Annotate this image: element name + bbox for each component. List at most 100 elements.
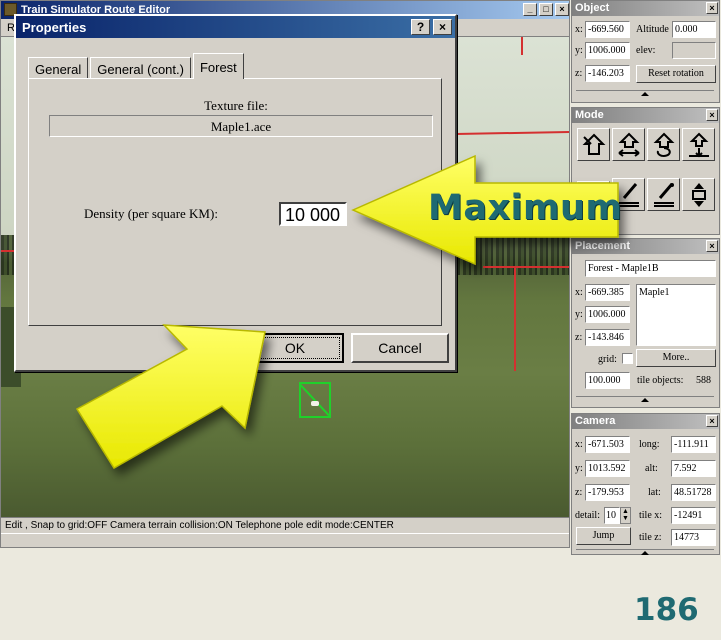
camera-panel-title-text: Camera	[575, 415, 616, 427]
z-label: z:	[575, 332, 583, 343]
maximum-callout: Maximum	[428, 188, 623, 228]
help-button[interactable]: ?	[411, 19, 430, 35]
track-marker-line	[455, 131, 569, 135]
y-label: y:	[575, 463, 583, 474]
y-label: y:	[575, 45, 583, 56]
eyedropper-icon	[654, 183, 674, 207]
raise-object-button[interactable]	[682, 128, 715, 161]
ok-button[interactable]: OK	[246, 333, 344, 363]
grid-checkbox[interactable]	[622, 353, 633, 364]
tile-objects-value: 588	[696, 375, 711, 386]
placement-object-name: Forest - Maple1B	[585, 260, 716, 277]
camera-y-field[interactable]: 1013.592	[585, 460, 630, 477]
camera-long-field[interactable]: -111.911	[671, 436, 716, 453]
camera-z-field[interactable]: -179.953	[585, 484, 630, 501]
camera-alt-field[interactable]: 7.592	[671, 460, 716, 477]
placement-z-field[interactable]: -143.846	[585, 329, 630, 346]
close-button[interactable]: ×	[555, 3, 569, 16]
raise-object-icon	[689, 132, 709, 158]
forest-type-list[interactable]: Maple1	[636, 284, 716, 346]
more-button[interactable]: More..	[636, 349, 716, 367]
dialog-controls: ? ×	[411, 19, 452, 35]
tile-z-label: tile z:	[639, 532, 662, 543]
minimize-button[interactable]: _	[523, 3, 537, 16]
camera-lat-field[interactable]: 48.51728	[671, 484, 716, 501]
elevate-tool-button[interactable]	[682, 178, 715, 211]
object-panel: Object × x: -669.560 Altitude 0.000 y: 1…	[571, 0, 720, 103]
move-object-button[interactable]	[612, 128, 645, 161]
track-marker-line	[483, 266, 569, 268]
density-input[interactable]: 10 000	[279, 202, 347, 226]
z-label: z:	[575, 68, 583, 79]
dialog-title-bar: Properties ? ×	[16, 16, 455, 38]
long-label: long:	[639, 439, 660, 450]
forest-tab-panel: Texture file: Maple1.ace Density (per sq…	[28, 78, 442, 326]
grid-size-field[interactable]: 100.000	[585, 372, 630, 389]
move-object-icon	[618, 132, 640, 157]
rotate-object-icon	[653, 132, 675, 157]
track-marker-line	[521, 37, 523, 55]
x-label: x:	[575, 24, 583, 35]
tile-x-label: tile x:	[639, 510, 663, 521]
window-controls: _ □ ×	[523, 3, 569, 16]
tile-z-field[interactable]: 14773	[671, 529, 716, 546]
tab-general-cont[interactable]: General (cont.)	[90, 57, 191, 79]
mode-panel-title: Mode ×	[572, 108, 719, 123]
object-panel-title-text: Object	[575, 2, 610, 14]
placement-panel-title: Placement ×	[572, 239, 719, 254]
placement-panel: Placement × Forest - Maple1B x: -669.385…	[571, 238, 720, 408]
cancel-button[interactable]: Cancel	[351, 333, 449, 363]
maximize-button[interactable]: □	[539, 3, 553, 16]
x-label: x:	[575, 439, 583, 450]
object-panel-collapse[interactable]	[576, 90, 714, 98]
elev-field	[672, 42, 716, 59]
elev-label: elev:	[636, 45, 656, 56]
dialog-close-button[interactable]: ×	[433, 19, 452, 35]
detail-spinner[interactable]: ▲ ▼	[620, 507, 631, 524]
density-label: Density (per square KM):	[84, 206, 218, 221]
tab-strip: General General (cont.) Forest	[28, 53, 246, 79]
placement-y-field[interactable]: 1006.000	[585, 306, 630, 323]
object-y-field[interactable]: 1006.000	[585, 42, 630, 59]
tab-general[interactable]: General	[28, 57, 89, 79]
detail-field[interactable]: 10	[604, 507, 620, 524]
texture-file-label: Texture file:	[204, 98, 268, 113]
placement-panel-close[interactable]: ×	[706, 240, 718, 252]
z-label: z:	[575, 487, 583, 498]
tab-forest[interactable]: Forest	[192, 53, 244, 79]
place-object-icon	[582, 133, 606, 155]
eyedropper-tool-button[interactable]	[647, 178, 680, 211]
place-object-button[interactable]	[577, 128, 610, 161]
list-item[interactable]: Maple1	[639, 287, 670, 298]
object-panel-close[interactable]: ×	[706, 2, 718, 14]
camera-panel-title: Camera ×	[572, 414, 719, 429]
altitude-label: Altitude	[636, 24, 669, 35]
rotate-object-button[interactable]	[647, 128, 680, 161]
lat-label: lat:	[648, 487, 661, 498]
placement-x-field[interactable]: -669.385	[585, 284, 630, 301]
camera-x-field[interactable]: -671.503	[585, 436, 630, 453]
y-label: y:	[575, 309, 583, 320]
jump-button[interactable]: Jump	[576, 527, 631, 545]
forest-object-marker[interactable]	[299, 382, 331, 418]
track-marker-line	[514, 266, 516, 371]
camera-panel: Camera × x: -671.503 long: -111.911 y: 1…	[571, 413, 720, 555]
tile-x-field[interactable]: -12491	[671, 507, 716, 524]
object-panel-title: Object ×	[572, 1, 719, 16]
properties-dialog: Properties ? × General General (cont.) F…	[14, 14, 457, 372]
texture-file-field: Maple1.ace	[49, 115, 433, 137]
horizontal-scrollbar[interactable]	[1, 533, 569, 547]
camera-panel-close[interactable]: ×	[706, 415, 718, 427]
detail-label: detail:	[575, 510, 600, 521]
elevate-icon	[692, 183, 706, 207]
mode-panel-close[interactable]: ×	[706, 109, 718, 121]
altitude-field[interactable]: 0.000	[672, 21, 716, 38]
object-x-field[interactable]: -669.560	[585, 21, 630, 38]
mode-panel-title-text: Mode	[575, 109, 604, 121]
status-bar: Edit , Snap to grid:OFF Camera terrain c…	[1, 517, 569, 533]
placement-panel-collapse[interactable]	[576, 396, 714, 404]
reset-rotation-button[interactable]: Reset rotation	[636, 65, 716, 83]
camera-panel-collapse[interactable]	[576, 549, 714, 557]
object-z-field[interactable]: -146.203	[585, 65, 630, 82]
grid-label: grid:	[598, 354, 617, 365]
